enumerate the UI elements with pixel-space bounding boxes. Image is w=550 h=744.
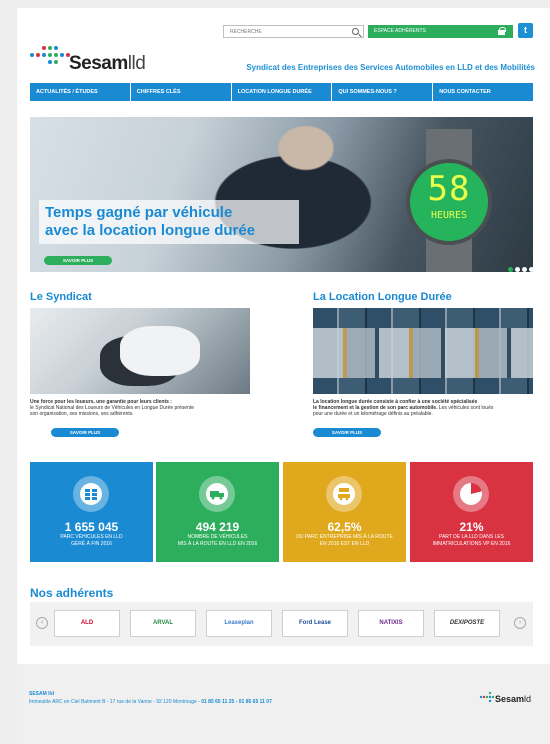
carousel-prev-icon[interactable]: ‹ <box>36 617 48 629</box>
footer-company-name: SESAM lld <box>29 691 55 697</box>
nav-item-contact[interactable]: NOUS CONTACTER <box>433 83 533 101</box>
footer-logo[interactable]: Sesamld <box>479 688 537 708</box>
slider-dot-4[interactable] <box>529 267 533 272</box>
stat-card-vehicules[interactable]: 494 219 NOMBRE DE VÉHICULES MIS À LA ROUT… <box>156 462 279 562</box>
adherent-logo-ald[interactable]: ALD <box>54 610 120 637</box>
hero-more-button[interactable]: SAVOIR PLUS <box>44 256 112 265</box>
stat-value: 1 655 045 <box>64 520 119 534</box>
adherent-logo-leaseplan[interactable]: Leaseplan <box>206 610 272 637</box>
footer-address: Immeuble ARC en Ciel Batiment B - 17 rue… <box>29 699 272 705</box>
member-space-label: ESPACE ADHÉRENTS <box>374 28 426 34</box>
nav-item-chiffres[interactable]: CHIFFRES CLÉS <box>131 83 232 101</box>
pie-chart-shape <box>460 483 482 505</box>
nav-item-location[interactable]: LOCATION LONGUE DURÉE <box>232 83 333 101</box>
watch-unit: HEURES <box>430 210 468 221</box>
syndicat-more-button[interactable]: SAVOIR PLUS <box>51 428 119 437</box>
page: RECHERCHE ESPACE ADHÉRENTS t Sesamlld Sy… <box>17 8 550 744</box>
stat-label: PARC VÉHICULES EN LLD GÉRÉ À FIN 2016 <box>60 534 123 547</box>
nav-item-actualites[interactable]: ACTUALITÉS / ÉTUDES <box>30 83 131 101</box>
watch-graphic: 58 HEURES <box>406 129 492 272</box>
stat-value: 21% <box>459 520 484 534</box>
pie-chart-icon <box>453 476 489 512</box>
site-logo[interactable]: Sesamlld <box>29 36 169 78</box>
adherent-logo-natixis[interactable]: NATIXIS <box>358 610 424 637</box>
stat-label: PART DE LA LLD DANS LES IMMATRICULATIONS … <box>432 534 511 547</box>
lld-photo <box>313 308 533 394</box>
hero-photo <box>150 117 410 272</box>
stat-label: DU PARC ENTREPRISE MIS À LA ROUTE EN 2016… <box>296 534 393 547</box>
footer-logo-text: Sesamld <box>495 694 532 704</box>
slider-dot-2[interactable] <box>515 267 520 272</box>
car-sign-icon <box>326 476 362 512</box>
lld-title: La Location Longue Durée <box>313 291 452 303</box>
lock-icon <box>498 27 506 35</box>
stat-label: NOMBRE DE VÉHICULES MIS À LA ROUTE EN LLD… <box>177 534 258 547</box>
lld-more-button[interactable]: SAVOIR PLUS <box>313 428 381 437</box>
syndicat-description: Une force pour les loueurs, une garantie… <box>30 399 194 417</box>
nav-item-qui-sommes-nous[interactable]: QUI SOMMES-NOUS ? <box>332 83 434 101</box>
syndicat-photo <box>30 308 250 394</box>
slider-dot-3[interactable] <box>522 267 527 272</box>
hero-slider[interactable]: Temps gagné par véhicule avec la locatio… <box>30 117 533 272</box>
slider-dot-1[interactable] <box>508 267 513 272</box>
cars-grid-icon <box>73 476 109 512</box>
watch-value: 58 <box>427 169 471 209</box>
main-nav: ACTUALITÉS / ÉTUDES CHIFFRES CLÉS LOCATI… <box>30 83 533 101</box>
watch-face: 58 HEURES <box>406 159 492 245</box>
hero-headline-line2: avec la location longue durée <box>45 222 256 239</box>
adherent-logo-dexiposte[interactable]: DEXIPOSTE <box>434 610 500 637</box>
search-input[interactable]: RECHERCHE <box>223 25 364 38</box>
twitter-icon[interactable]: t <box>518 23 533 38</box>
syndicat-title: Le Syndicat <box>30 291 92 303</box>
footer: SESAM lld Immeuble ARC en Ciel Batiment … <box>17 664 550 744</box>
adherent-logo-ford[interactable]: Ford Lease <box>282 610 348 637</box>
logo-text: Sesamlld <box>69 53 146 74</box>
stat-card-parc[interactable]: 1 655 045 PARC VÉHICULES EN LLD GÉRÉ À FI… <box>30 462 153 562</box>
adherents-carousel: ‹ ALD ARVAL Leaseplan Ford Lease NATIXIS… <box>30 602 533 646</box>
adherent-logo-arval[interactable]: ARVAL <box>130 610 196 637</box>
stat-card-parc-entreprise[interactable]: 62,5% DU PARC ENTREPRISE MIS À LA ROUTE E… <box>283 462 406 562</box>
truck-icon <box>199 476 235 512</box>
tagline: Syndicat des Entreprises des Services Au… <box>246 63 535 72</box>
carousel-next-icon[interactable]: › <box>514 617 526 629</box>
search-icon[interactable] <box>352 28 359 35</box>
search-placeholder: RECHERCHE <box>230 29 262 35</box>
slider-dots <box>508 267 533 272</box>
logo-dots-icon <box>30 46 70 64</box>
adherents-title: Nos adhérents <box>30 586 114 600</box>
member-space-button[interactable]: ESPACE ADHÉRENTS <box>368 25 513 38</box>
stat-value: 62,5% <box>327 520 362 534</box>
hero-headline: Temps gagné par véhicule avec la locatio… <box>39 200 299 244</box>
stat-value: 494 219 <box>195 520 240 534</box>
stat-card-immatriculations[interactable]: 21% PART DE LA LLD DANS LES IMMATRICULATI… <box>410 462 533 562</box>
lld-description: La location longue durée consiste à conf… <box>313 399 494 417</box>
hero-headline-line1: Temps gagné par véhicule <box>45 204 233 221</box>
